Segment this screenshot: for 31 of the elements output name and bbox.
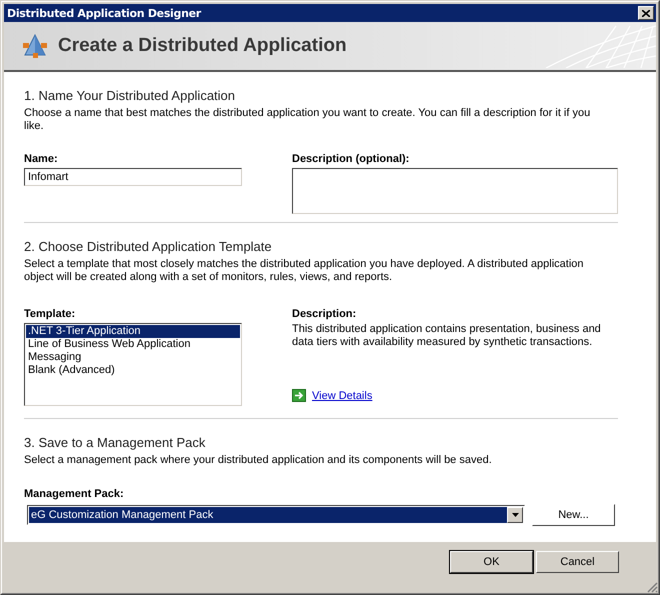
field-label: Template: bbox=[24, 308, 76, 320]
pyramid-icon bbox=[22, 33, 48, 59]
instructions-text: Select a template that most closely matches the distributed application you have deployed. A distributed application object will be created along with a set of monitors, rules, views, and reports. bbox=[24, 258, 585, 284]
field-label: Management Pack: bbox=[24, 488, 125, 500]
description-text: This distributed application contains presentation, business and data tiers with availability measured by synthetic transactions. bbox=[292, 323, 602, 349]
field-label: Description: bbox=[292, 308, 358, 320]
arrow-icon bbox=[292, 389, 306, 402]
management-pack-dropdown[interactable]: eG Customization Management Pack bbox=[27, 505, 525, 525]
section-heading: 1. Name Your Distributed Application bbox=[24, 87, 236, 103]
cancel-button[interactable]: Cancel bbox=[536, 551, 619, 573]
ok-button[interactable]: OK bbox=[450, 551, 533, 573]
name-field[interactable]: Infomart bbox=[24, 168, 242, 186]
close-button[interactable] bbox=[638, 6, 654, 20]
list-item[interactable]: Blank (Advanced) bbox=[26, 364, 240, 377]
field-label: Description (optional): bbox=[292, 153, 410, 165]
list-item[interactable]: .NET 3-Tier Application bbox=[26, 325, 240, 338]
section-heading: 3. Save to a Management Pack bbox=[24, 434, 206, 450]
resize-grip-icon[interactable] bbox=[646, 581, 658, 593]
window-title: Distributed Application Designer bbox=[7, 6, 201, 20]
new-button[interactable]: New... bbox=[532, 504, 615, 526]
list-item[interactable]: Messaging bbox=[26, 351, 240, 364]
section-heading: 2. Choose Distributed Application Template bbox=[24, 238, 273, 254]
instructions-text: Choose a name that best matches the distributed application you want to create. You can fill a description for it if you like. bbox=[24, 107, 592, 133]
instructions-text: Select a management pack where your distributed application and its components will be saved. bbox=[24, 454, 493, 467]
list-item[interactable]: Line of Business Web Application bbox=[26, 338, 240, 351]
close-icon bbox=[642, 10, 650, 16]
caret-icon bbox=[512, 513, 518, 517]
view-details-link[interactable]: View Details bbox=[312, 390, 372, 402]
field-label: Name: bbox=[24, 153, 59, 165]
description-field[interactable] bbox=[292, 168, 618, 214]
page-title: Create a Distributed Application bbox=[58, 35, 347, 57]
